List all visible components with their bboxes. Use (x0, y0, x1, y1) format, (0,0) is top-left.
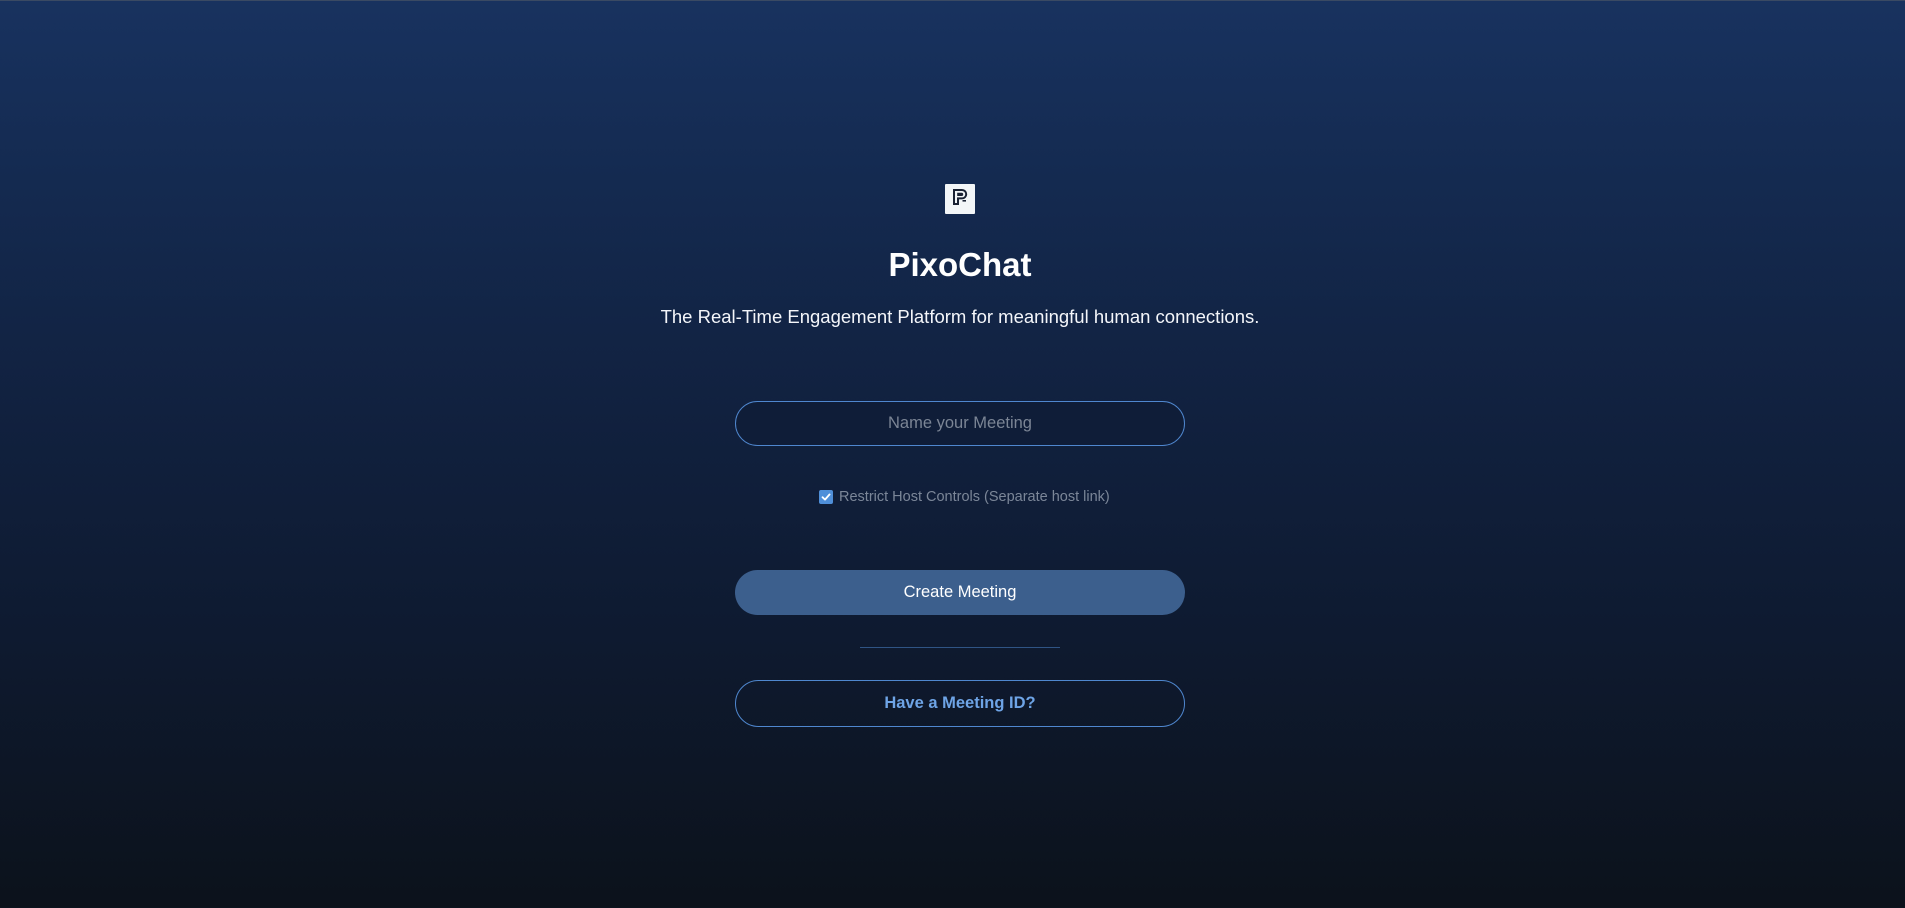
restrict-host-controls-option[interactable]: Restrict Host Controls (Separate host li… (819, 487, 1110, 507)
restrict-host-controls-label: Restrict Host Controls (Separate host li… (839, 489, 1110, 505)
app-tagline: The Real-Time Engagement Platform for me… (660, 306, 1260, 327)
create-meeting-label: Create Meeting (903, 583, 1017, 601)
pixochat-logo (945, 184, 975, 214)
checkmark-icon (821, 493, 831, 501)
meeting-name-input[interactable] (735, 401, 1185, 446)
divider (860, 647, 1060, 648)
restrict-host-controls-checkbox[interactable] (819, 490, 833, 504)
have-meeting-id-label: Have a Meeting ID? (884, 694, 1036, 712)
have-meeting-id-button[interactable]: Have a Meeting ID? (735, 680, 1185, 727)
app-title: PixoChat (888, 246, 1032, 283)
pixochat-logo-icon (951, 188, 969, 211)
create-meeting-button[interactable]: Create Meeting (735, 570, 1185, 615)
